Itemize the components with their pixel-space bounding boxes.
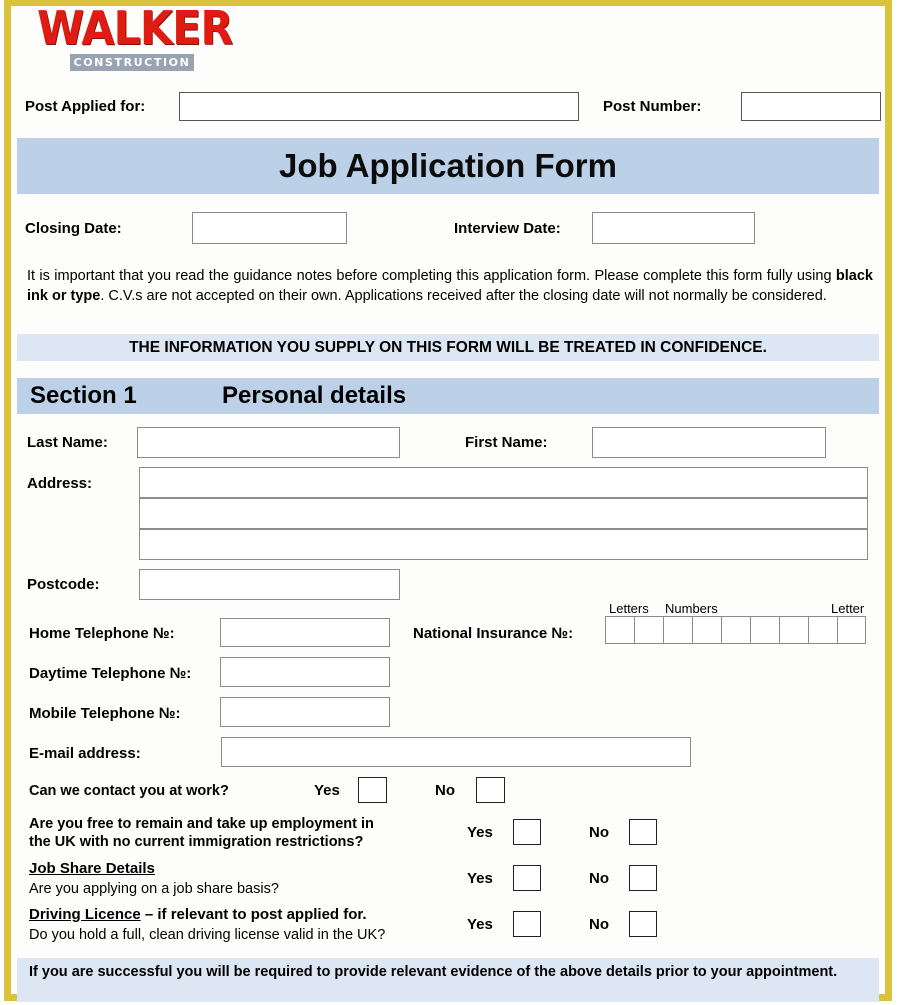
question-contact-at-work-yes-checkbox[interactable] (358, 777, 387, 803)
ni-cell-6[interactable] (750, 616, 779, 644)
logo-subtitle: CONSTRUCTION (70, 54, 194, 71)
ni-cell-1[interactable] (605, 616, 634, 644)
ni-hint-letter: Letter (831, 601, 865, 616)
question-immigration-yes-checkbox[interactable] (513, 819, 541, 845)
question-immigration-no-label: No (589, 824, 609, 841)
home-telephone-input[interactable] (220, 618, 390, 647)
closing-date-label: Closing Date: (25, 220, 122, 237)
national-insurance-label: National Insurance №: (413, 625, 574, 642)
form-inner: WALKER CONSTRUCTION Post Applied for: Po… (11, 1, 885, 1002)
footer-banner: If you are successful you will be requir… (17, 958, 879, 1002)
intro-text-part1: It is important that you read the guidan… (27, 268, 836, 284)
mobile-telephone-input[interactable] (220, 697, 390, 727)
driving-licence-heading: Driving Licence (29, 906, 141, 923)
company-logo: WALKER CONSTRUCTION (37, 1, 233, 80)
email-label: E-mail address: (29, 745, 141, 762)
driving-licence-heading-row: Driving Licence – if relevant to post ap… (29, 906, 367, 924)
last-name-input[interactable] (137, 427, 400, 458)
postcode-input[interactable] (139, 569, 400, 600)
ni-cell-4[interactable] (692, 616, 721, 644)
daytime-telephone-label: Daytime Telephone №: (29, 665, 192, 682)
ni-cell-8[interactable] (808, 616, 837, 644)
job-share-heading: Job Share Details (29, 860, 155, 877)
question-contact-at-work-no-checkbox[interactable] (476, 777, 505, 803)
post-number-label: Post Number: (603, 98, 702, 115)
form-page: WALKER CONSTRUCTION Post Applied for: Po… (4, 0, 892, 1002)
address-line-1-input[interactable] (139, 467, 868, 498)
interview-date-label: Interview Date: (454, 220, 561, 237)
question-job-share-yes-checkbox[interactable] (513, 865, 541, 891)
question-immigration-no-checkbox[interactable] (629, 819, 657, 845)
ni-cell-3[interactable] (663, 616, 692, 644)
question-driving-licence-no-label: No (589, 916, 609, 933)
daytime-telephone-input[interactable] (220, 657, 390, 687)
question-job-share-no-checkbox[interactable] (629, 865, 657, 891)
address-line-2-input[interactable] (139, 498, 868, 529)
ni-hint-numbers: Numbers (665, 601, 718, 616)
intro-text-part2: . C.V.s are not accepted on their own. A… (100, 288, 827, 304)
question-driving-licence-yes-checkbox[interactable] (513, 911, 541, 937)
form-title-banner: Job Application Form (17, 138, 879, 194)
address-line-3-input[interactable] (139, 529, 868, 560)
address-label: Address: (27, 475, 93, 492)
post-applied-label: Post Applied for: (25, 98, 146, 115)
question-contact-at-work-yes-label: Yes (314, 782, 340, 799)
question-immigration-yes-label: Yes (467, 824, 493, 841)
post-number-input[interactable] (741, 92, 881, 121)
question-driving-licence-no-checkbox[interactable] (629, 911, 657, 937)
first-name-input[interactable] (592, 427, 826, 458)
ni-hint-letters: Letters (609, 601, 649, 616)
home-telephone-label: Home Telephone №: (29, 625, 175, 642)
section1-title: Personal details (222, 382, 407, 409)
section1-header: Section 1 Personal details (17, 378, 879, 414)
question-job-share-yes-label: Yes (467, 870, 493, 887)
email-input[interactable] (221, 737, 691, 767)
question-contact-at-work-no-label: No (435, 782, 455, 799)
logo-wordmark: WALKER (37, 1, 233, 55)
question-driving-licence-yes-label: Yes (467, 916, 493, 933)
ni-cell-9[interactable] (837, 616, 866, 644)
ni-cell-5[interactable] (721, 616, 750, 644)
question-immigration-text: Are you free to remain and take up emplo… (29, 815, 459, 851)
intro-paragraph: It is important that you read the guidan… (27, 266, 873, 306)
confidence-banner: THE INFORMATION YOU SUPPLY ON THIS FORM … (17, 334, 879, 361)
question-contact-at-work-text: Can we contact you at work? (29, 783, 229, 799)
question-immigration-line1: Are you free to remain and take up emplo… (29, 816, 374, 832)
closing-date-input[interactable] (192, 212, 347, 244)
question-job-share-no-label: No (589, 870, 609, 887)
mobile-telephone-label: Mobile Telephone №: (29, 705, 181, 722)
interview-date-input[interactable] (592, 212, 755, 244)
last-name-label: Last Name: (27, 434, 108, 451)
question-job-share-text: Are you applying on a job share basis? (29, 881, 279, 897)
postcode-label: Postcode: (27, 576, 100, 593)
national-insurance-grid (605, 616, 866, 644)
ni-cell-2[interactable] (634, 616, 663, 644)
driving-licence-heading-suffix: – if relevant to post applied for. (140, 906, 367, 923)
first-name-label: First Name: (465, 434, 548, 451)
ni-cell-7[interactable] (779, 616, 808, 644)
post-applied-input[interactable] (179, 92, 579, 121)
question-driving-licence-text: Do you hold a full, clean driving licens… (29, 927, 386, 943)
question-immigration-line2: the UK with no current immigration restr… (29, 834, 364, 850)
section1-number: Section 1 (30, 382, 137, 409)
